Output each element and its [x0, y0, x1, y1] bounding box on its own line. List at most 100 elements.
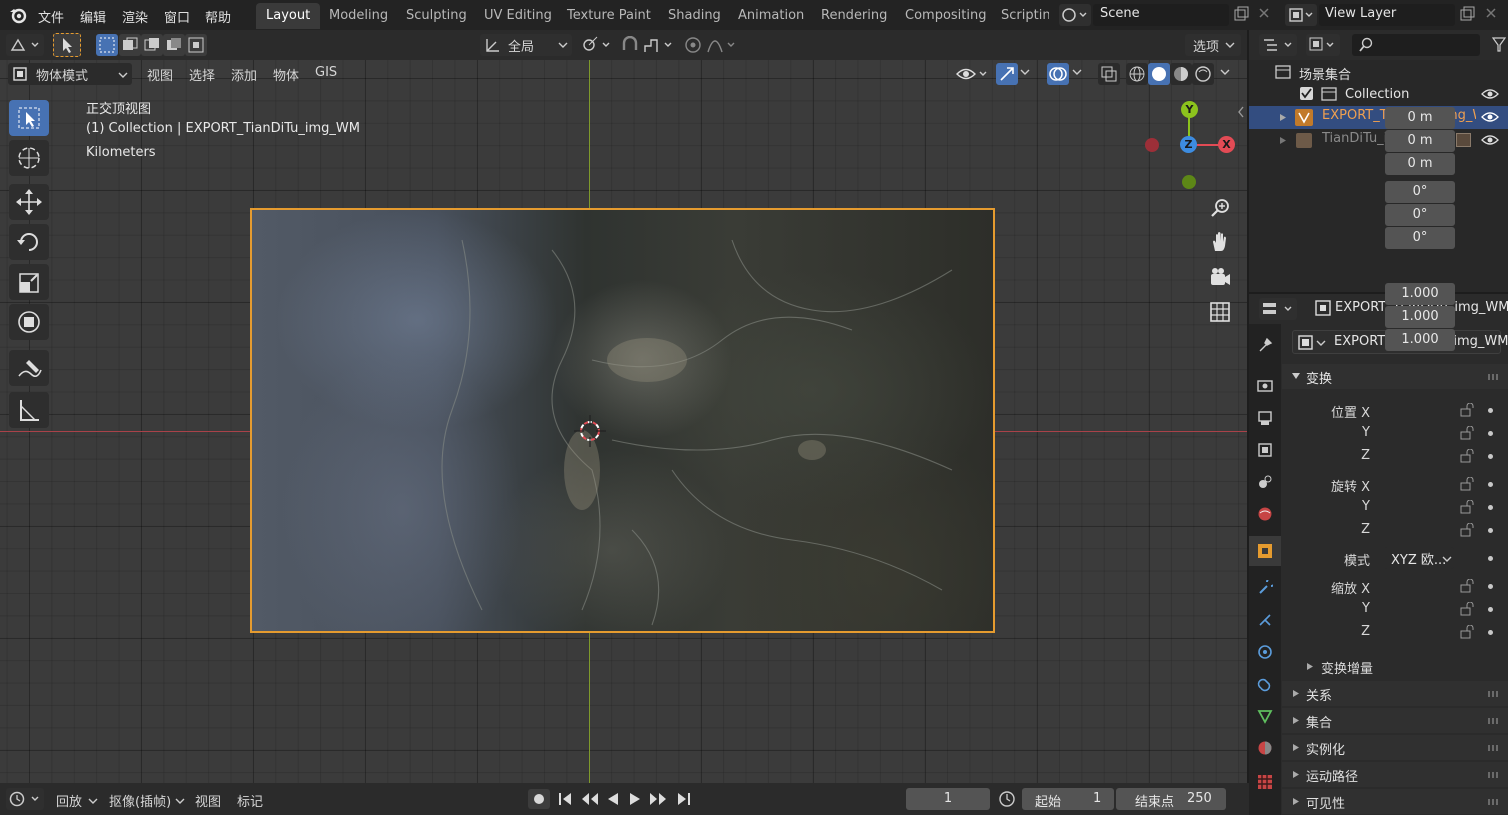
end-frame-field[interactable]: 结束点 250: [1116, 788, 1226, 810]
scale-tool-icon[interactable]: [9, 264, 49, 300]
tab-layout[interactable]: Layout: [256, 3, 321, 29]
collection-visibility-eye-icon[interactable]: [1481, 88, 1499, 100]
keyframe-dot[interactable]: [1488, 630, 1493, 635]
instancing-panel-header[interactable]: 实例化: [1282, 735, 1508, 760]
overlays-dropdown-icon[interactable]: [1072, 69, 1084, 77]
lock-icon[interactable]: [1460, 403, 1476, 417]
display-mode-button[interactable]: [1306, 34, 1340, 56]
timeline-marker-menu[interactable]: 标记: [237, 791, 263, 810]
select-mode-new-icon[interactable]: [96, 34, 118, 56]
timeline-editor-type-button[interactable]: [6, 788, 44, 810]
physics-tab-icon[interactable]: [1257, 644, 1273, 660]
transform-tool-icon[interactable]: [9, 304, 49, 340]
lock-icon[interactable]: [1460, 500, 1476, 514]
tab-texture-paint[interactable]: Texture Paint: [557, 3, 661, 29]
data-tab-icon[interactable]: [1257, 708, 1273, 724]
menu-render[interactable]: 渲染: [122, 7, 148, 26]
next-keyframe-icon[interactable]: [647, 789, 669, 809]
tab-rendering[interactable]: Rendering: [811, 3, 897, 29]
delete-view-layer-icon[interactable]: [1484, 6, 1498, 20]
select-mode-subtract-icon[interactable]: [141, 34, 163, 56]
gizmo-y-axis[interactable]: Y: [1181, 101, 1198, 118]
keyframe-dot[interactable]: [1488, 505, 1493, 510]
object-tab-active[interactable]: [1249, 536, 1281, 566]
new-view-layer-icon[interactable]: [1459, 6, 1475, 22]
outliner-item-export-selected[interactable]: EXPORT_TianDiTu_img_WM: [1249, 106, 1508, 129]
editor-type-button[interactable]: [6, 34, 44, 56]
ortho-grid-icon[interactable]: [1208, 300, 1232, 324]
material-tab-icon[interactable]: [1257, 740, 1273, 756]
clock-icon[interactable]: [998, 790, 1016, 808]
tab-shading[interactable]: Shading: [658, 3, 731, 29]
tab-modeling[interactable]: Modeling: [319, 3, 398, 29]
tool-tab-icon[interactable]: [1257, 337, 1273, 353]
scale-y-field[interactable]: 1.000: [1385, 306, 1455, 328]
playback-menu[interactable]: 回放: [50, 788, 100, 810]
move-tool-icon[interactable]: [9, 184, 49, 220]
lock-icon[interactable]: [1460, 426, 1476, 440]
keyframe-dot[interactable]: [1488, 607, 1493, 612]
play-icon[interactable]: [625, 789, 645, 809]
prev-keyframe-icon[interactable]: [579, 789, 601, 809]
viewport-menu-select[interactable]: 选择: [189, 65, 215, 84]
keying-menu[interactable]: 抠像(插帧): [104, 788, 188, 810]
view-layer-tab-icon[interactable]: [1257, 442, 1273, 458]
timeline-view-menu[interactable]: 视图: [195, 791, 221, 810]
world-tab-icon[interactable]: [1257, 506, 1273, 522]
shading-material-icon[interactable]: [1170, 63, 1192, 85]
falloff-icon[interactable]: [706, 36, 740, 54]
xray-toggle-icon[interactable]: [1098, 63, 1120, 85]
snap-icon[interactable]: [620, 36, 640, 54]
tab-compositing[interactable]: Compositing: [895, 3, 997, 29]
panel-grip-icon[interactable]: [1488, 691, 1500, 697]
collections-panel-header[interactable]: 集合: [1282, 708, 1508, 733]
keyframe-dot[interactable]: [1488, 482, 1493, 487]
viewport-menu-add[interactable]: 添加: [231, 65, 257, 84]
panel-grip-icon[interactable]: [1488, 745, 1500, 751]
scene-name-field[interactable]: Scene: [1093, 4, 1229, 26]
viewport-menu-gis[interactable]: GIS: [315, 65, 337, 80]
relations-panel-header[interactable]: 关系: [1282, 681, 1508, 706]
collection-label[interactable]: Collection: [1345, 87, 1409, 102]
menu-edit[interactable]: 编辑: [80, 7, 106, 26]
shading-rendered-icon[interactable]: [1192, 63, 1214, 85]
scene-collection-label[interactable]: 场景集合: [1299, 64, 1351, 83]
annotate-tool-icon[interactable]: [9, 350, 49, 386]
viewport-menu-object[interactable]: 物体: [273, 65, 299, 84]
rotation-x-field[interactable]: 0°: [1385, 181, 1455, 203]
jump-start-icon[interactable]: [556, 789, 576, 809]
delete-scene-icon[interactable]: [1257, 6, 1271, 20]
location-z-field[interactable]: 0 m: [1385, 153, 1455, 175]
view-layer-selector-button[interactable]: [1285, 4, 1317, 26]
rotation-z-field[interactable]: 0°: [1385, 227, 1455, 249]
select-mode-extend-icon[interactable]: [119, 34, 141, 56]
rotate-tool-icon[interactable]: [9, 224, 49, 260]
constraints-tab-icon[interactable]: [1257, 676, 1273, 692]
lock-icon[interactable]: [1460, 602, 1476, 616]
lock-icon[interactable]: [1460, 523, 1476, 537]
outliner-search-input[interactable]: [1352, 34, 1480, 56]
menu-window[interactable]: 窗口: [164, 7, 190, 26]
properties-editor-type-button[interactable]: [1259, 298, 1297, 320]
select-box-tool[interactable]: [9, 100, 49, 136]
pan-hand-icon[interactable]: [1208, 230, 1232, 254]
keyframe-dot[interactable]: [1488, 454, 1493, 459]
shading-wireframe-icon[interactable]: [1126, 63, 1148, 85]
shading-dropdown-icon[interactable]: [1220, 69, 1232, 77]
render-tab-icon[interactable]: [1257, 377, 1273, 393]
camera-view-icon[interactable]: [1208, 265, 1232, 289]
gizmo-x-axis[interactable]: X: [1218, 136, 1235, 153]
location-x-field[interactable]: 0 m: [1385, 107, 1455, 129]
tab-scripting[interactable]: Scriptin: [991, 3, 1049, 29]
motion-paths-panel-header[interactable]: 运动路径: [1282, 762, 1508, 787]
options-dropdown[interactable]: 选项: [1185, 34, 1241, 56]
new-scene-icon[interactable]: [1233, 6, 1249, 22]
view-layer-name-field[interactable]: View Layer: [1319, 4, 1455, 26]
proportional-editing-icon[interactable]: [684, 36, 702, 54]
current-frame-field[interactable]: 1: [906, 788, 990, 810]
tianditu-visibility-eye-icon[interactable]: [1481, 134, 1499, 146]
modifier-tab-icon[interactable]: [1257, 580, 1273, 596]
menu-help[interactable]: 帮助: [205, 7, 231, 26]
select-mode-invert-icon[interactable]: [163, 34, 185, 56]
transform-panel-header[interactable]: 变换: [1282, 364, 1508, 389]
